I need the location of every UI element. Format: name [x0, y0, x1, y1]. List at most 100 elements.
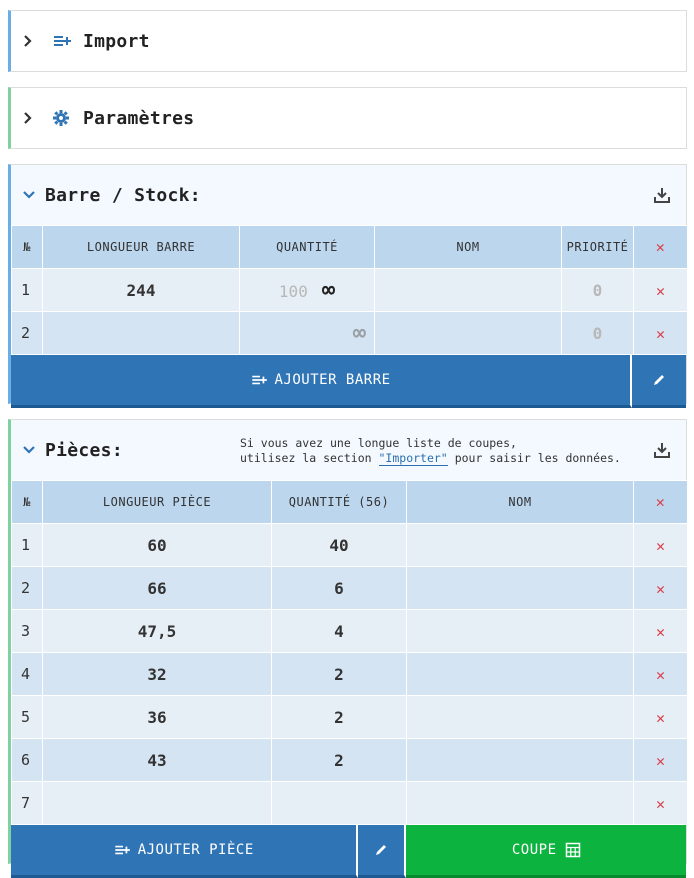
hint-line-1: Si vous avez une longue liste de coupes,	[240, 436, 517, 450]
name-input[interactable]	[406, 738, 634, 782]
infinity-toggle[interactable]: ∞	[353, 321, 366, 346]
table-row: 1 244 100 ∞ 0 ✕	[11, 268, 688, 312]
qty-placeholder: 100	[278, 281, 308, 301]
qty-input[interactable]: ∞	[239, 311, 375, 355]
table-row: 6 43 2 ✕	[11, 738, 688, 782]
stock-table-header: № LONGUEUR BARRE QUANTITÉ NOM PRIORITÉ ✕	[11, 225, 688, 269]
length-input[interactable]	[42, 311, 240, 355]
delete-row-icon[interactable]: ✕	[633, 695, 688, 739]
list-add-icon	[53, 34, 73, 48]
qty-input[interactable]: 100 ∞	[239, 268, 375, 312]
delete-row-icon[interactable]: ✕	[633, 609, 688, 653]
table-row: 2 66 6 ✕	[11, 566, 688, 610]
name-input[interactable]	[406, 695, 634, 739]
parameters-title: Paramètres	[83, 107, 195, 129]
table-row: 4 32 2 ✕	[11, 652, 688, 696]
stock-table: № LONGUEUR BARRE QUANTITÉ NOM PRIORITÉ ✕…	[11, 225, 688, 355]
chevron-right-icon[interactable]	[23, 35, 37, 47]
col-length: LONGUEUR PIÈCE	[42, 480, 272, 524]
edit-stock-button[interactable]	[632, 355, 686, 408]
length-input[interactable]: 43	[42, 738, 272, 782]
import-title: Import	[83, 30, 150, 52]
name-input[interactable]	[406, 609, 634, 653]
add-bar-label: AJOUTER BARRE	[274, 372, 391, 388]
length-input[interactable]	[42, 781, 272, 825]
delete-row-icon[interactable]: ✕	[633, 738, 688, 782]
row-num: 1	[11, 268, 43, 312]
cut-button[interactable]: COUPE	[406, 825, 686, 878]
stock-actions: AJOUTER BARRE	[11, 355, 686, 408]
table-row: 2 ∞ 0 ✕	[11, 311, 688, 355]
pieces-title: Pièces:	[45, 439, 123, 461]
delete-row-icon[interactable]: ✕	[633, 781, 688, 825]
qty-input[interactable]: 6	[271, 566, 407, 610]
name-input[interactable]	[374, 311, 562, 355]
delete-row-icon[interactable]: ✕	[633, 523, 688, 567]
hint-line-2-post: pour saisir les données.	[454, 451, 621, 465]
col-qty: QUANTITÉ (56)	[271, 480, 407, 524]
length-input[interactable]: 36	[42, 695, 272, 739]
priority-input[interactable]: 0	[561, 268, 634, 312]
table-row: 7 ✕	[11, 781, 688, 825]
import-hint: Si vous avez une longue liste de coupes,…	[240, 436, 621, 466]
pieces-section: Pièces: Si vous avez une longue liste de…	[8, 419, 688, 878]
col-priority: PRIORITÉ	[561, 225, 634, 269]
pencil-icon	[376, 845, 387, 855]
row-num: 5	[11, 695, 43, 739]
col-name: NOM	[374, 225, 562, 269]
stock-section: Barre / Stock: № LONGUEUR BARRE QUANTITÉ…	[8, 164, 688, 408]
length-input[interactable]: 66	[42, 566, 272, 610]
add-piece-button[interactable]: AJOUTER PIÈCE	[11, 825, 359, 878]
name-input[interactable]	[374, 268, 562, 312]
cut-label: COUPE	[511, 842, 557, 858]
delete-row-icon[interactable]: ✕	[633, 268, 688, 312]
length-input[interactable]: 244	[42, 268, 240, 312]
col-num: №	[11, 480, 43, 524]
clear-all-icon[interactable]: ✕	[633, 225, 688, 269]
chevron-right-icon[interactable]	[23, 112, 37, 124]
name-input[interactable]	[406, 523, 634, 567]
delete-row-icon[interactable]: ✕	[633, 311, 688, 355]
stock-header: Barre / Stock:	[11, 165, 686, 225]
qty-input[interactable]: 4	[271, 609, 407, 653]
qty-input[interactable]: 2	[271, 738, 407, 782]
infinity-toggle[interactable]: ∞	[322, 278, 335, 303]
add-bar-button[interactable]: AJOUTER BARRE	[11, 355, 633, 408]
qty-input[interactable]: 2	[271, 695, 407, 739]
delete-row-icon[interactable]: ✕	[633, 652, 688, 696]
download-icon[interactable]	[654, 187, 670, 207]
hint-line-2-pre: utilisez la section	[240, 451, 372, 465]
row-num: 6	[11, 738, 43, 782]
name-input[interactable]	[406, 781, 634, 825]
import-section[interactable]: Import	[8, 10, 687, 72]
row-num: 3	[11, 609, 43, 653]
delete-row-icon[interactable]: ✕	[633, 566, 688, 610]
chevron-down-icon[interactable]	[23, 445, 37, 455]
col-length: LONGUEUR BARRE	[42, 225, 240, 269]
gear-icon	[53, 110, 73, 126]
row-num: 4	[11, 652, 43, 696]
table-row: 5 36 2 ✕	[11, 695, 688, 739]
col-qty: QUANTITÉ	[239, 225, 375, 269]
pieces-actions: AJOUTER PIÈCE COUPE	[11, 825, 686, 878]
stock-title: Barre / Stock:	[45, 184, 201, 206]
name-input[interactable]	[406, 566, 634, 610]
length-input[interactable]: 32	[42, 652, 272, 696]
import-link[interactable]: "Importer"	[378, 451, 448, 466]
row-num: 1	[11, 523, 43, 567]
download-icon[interactable]	[654, 442, 670, 462]
edit-pieces-button[interactable]	[358, 825, 407, 878]
row-num: 2	[11, 311, 43, 355]
qty-input[interactable]: 2	[271, 652, 407, 696]
qty-input[interactable]	[271, 781, 407, 825]
qty-input[interactable]: 40	[271, 523, 407, 567]
clear-all-icon[interactable]: ✕	[633, 480, 688, 524]
length-input[interactable]: 47,5	[42, 609, 272, 653]
priority-input[interactable]: 0	[561, 311, 634, 355]
name-input[interactable]	[406, 652, 634, 696]
pieces-table: № LONGUEUR PIÈCE QUANTITÉ (56) NOM ✕ 1 6…	[11, 480, 688, 825]
add-piece-label: AJOUTER PIÈCE	[137, 842, 254, 858]
length-input[interactable]: 60	[42, 523, 272, 567]
chevron-down-icon[interactable]	[23, 190, 37, 200]
parameters-section[interactable]: Paramètres	[8, 87, 687, 149]
